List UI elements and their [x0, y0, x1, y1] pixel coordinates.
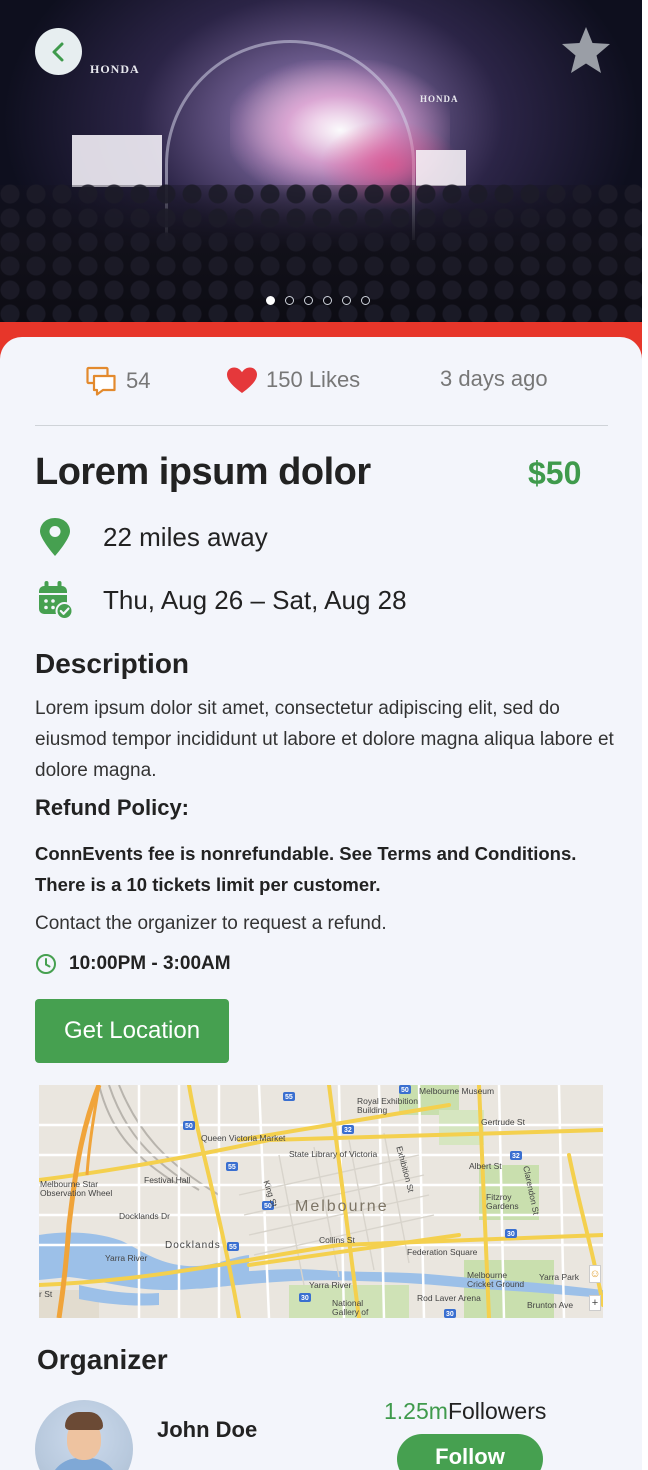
- distance-row: 22 miles away: [35, 517, 268, 557]
- get-location-button[interactable]: Get Location: [35, 999, 229, 1063]
- organizer-heading: Organizer: [37, 1344, 168, 1375]
- followers-number: 1.25m: [384, 1398, 448, 1424]
- date-range-text: Thu, Aug 26 – Sat, Aug 28: [103, 584, 407, 615]
- carousel-dot[interactable]: [361, 296, 370, 305]
- map-city-label: Melbourne: [295, 1198, 389, 1215]
- map-label-albert-st: Albert St: [469, 1161, 502, 1171]
- map-label-federation-square: Federation Square: [407, 1247, 478, 1257]
- carousel-indicator: [266, 296, 370, 305]
- map-label-docklands-dr: Docklands Dr: [119, 1211, 171, 1221]
- svg-text:30: 30: [507, 1231, 515, 1238]
- likes-count: 150 Likes: [266, 367, 361, 392]
- map-label-museum: Melbourne Museum: [419, 1086, 495, 1096]
- star-icon: [562, 27, 610, 73]
- back-button[interactable]: [35, 28, 82, 75]
- event-time-text: 10:00PM - 3:00AM: [69, 953, 231, 974]
- map-label-gertrude-st: Gertrude St: [481, 1117, 525, 1127]
- sponsor-sign-left: HONDA: [90, 62, 140, 76]
- refund-heading: Refund Policy:: [35, 795, 190, 820]
- comments-count: 54: [126, 368, 151, 393]
- calendar-check-icon: [39, 581, 74, 620]
- map-label-r-st: r St: [39, 1289, 53, 1299]
- carousel-dot[interactable]: [342, 296, 351, 305]
- carousel-dot[interactable]: [266, 296, 275, 305]
- posted-time: 3 days ago: [440, 366, 548, 392]
- event-price: $50: [528, 455, 582, 491]
- svg-text:55: 55: [285, 1094, 293, 1101]
- svg-text:32: 32: [512, 1153, 520, 1160]
- distance-text: 22 miles away: [103, 521, 268, 552]
- map-label-royal-exhibition: Royal Exhibition Building: [357, 1096, 418, 1115]
- posted-time-text: 3 days ago: [440, 366, 548, 391]
- map-label-collins-st: Collins St: [319, 1235, 355, 1245]
- map-label-national-gallery: National Gallery of Victoria: [332, 1298, 369, 1319]
- map-label-rod-laver-arena: Rod Laver Arena: [417, 1293, 481, 1303]
- event-stats: 54 150 Likes 3 days ago: [86, 366, 586, 400]
- svg-text:55: 55: [229, 1244, 237, 1251]
- avatar-hair: [65, 1412, 103, 1430]
- organizer-name[interactable]: John Doe: [157, 1417, 257, 1443]
- svg-text:50: 50: [401, 1087, 409, 1094]
- map-label-yarra-park: Yarra Park: [539, 1272, 579, 1282]
- map-zoom-in-button[interactable]: +: [589, 1295, 601, 1311]
- carousel-dot[interactable]: [285, 296, 294, 305]
- svg-text:30: 30: [301, 1295, 309, 1302]
- svg-text:30: 30: [446, 1311, 454, 1318]
- chevron-left-icon: [52, 42, 63, 61]
- date-row: Thu, Aug 26 – Sat, Aug 28: [35, 580, 407, 620]
- description-heading: Description: [35, 648, 190, 679]
- favorite-button[interactable]: [558, 22, 614, 78]
- event-title: Lorem ipsum dolor: [35, 451, 371, 493]
- clock-icon: [36, 954, 56, 974]
- description-body: Lorem ipsum dolor sit amet, consectetur …: [35, 698, 614, 781]
- svg-text:32: 32: [344, 1127, 352, 1134]
- divider: [35, 425, 608, 426]
- carousel-dot[interactable]: [304, 296, 313, 305]
- map-label-festival-hall: Festival Hall: [144, 1175, 191, 1185]
- comment-icon: [86, 366, 116, 396]
- map-label-brunton-ave: Brunton Ave: [527, 1300, 574, 1310]
- map-pin-icon: [40, 518, 70, 556]
- hero-image: HONDA HONDA: [0, 0, 642, 345]
- followers-label: Followers: [447, 1398, 547, 1424]
- map-label-melbourne-star: Melbourne Star Observation Wheel: [40, 1179, 113, 1198]
- map-label-yarra-river: Yarra River: [105, 1253, 148, 1263]
- map-label-cricket-ground: Melbourne Cricket Ground: [467, 1270, 525, 1289]
- carousel-dot[interactable]: [323, 296, 332, 305]
- crowd-silhouettes: [0, 180, 642, 345]
- event-time-row: 10:00PM - 3:00AM: [35, 953, 231, 975]
- screen-edge: [642, 0, 648, 1470]
- street-view-pegman[interactable]: ☺: [589, 1265, 601, 1283]
- refund-policy-text: ConnEvents fee is nonrefundable. See Ter…: [35, 843, 577, 895]
- followers-count: 1.25mFollowers: [384, 1398, 546, 1425]
- location-map[interactable]: 55 50 55 32 50 55 50 32 30 30 30 Melbour…: [39, 1085, 603, 1318]
- refund-contact-text: Contact the organizer to request a refun…: [35, 913, 387, 934]
- sponsor-sign-right: HONDA: [420, 94, 459, 104]
- comments-stat[interactable]: 54: [86, 366, 150, 396]
- map-label-queen-victoria-market: Queen Victoria Market: [201, 1133, 286, 1143]
- likes-stat[interactable]: 150 Likes: [226, 366, 360, 394]
- map-label-state-library: State Library of Victoria: [289, 1149, 378, 1159]
- follow-button[interactable]: Follow: [397, 1434, 543, 1470]
- map-label-docklands: Docklands: [165, 1240, 221, 1251]
- heart-icon: [227, 367, 257, 393]
- svg-text:50: 50: [185, 1123, 193, 1130]
- svg-text:55: 55: [228, 1164, 236, 1171]
- map-label-fitzroy-gardens: Fitzroy Gardens: [486, 1192, 519, 1211]
- map-label-yarra-river-2: Yarra River: [309, 1280, 352, 1290]
